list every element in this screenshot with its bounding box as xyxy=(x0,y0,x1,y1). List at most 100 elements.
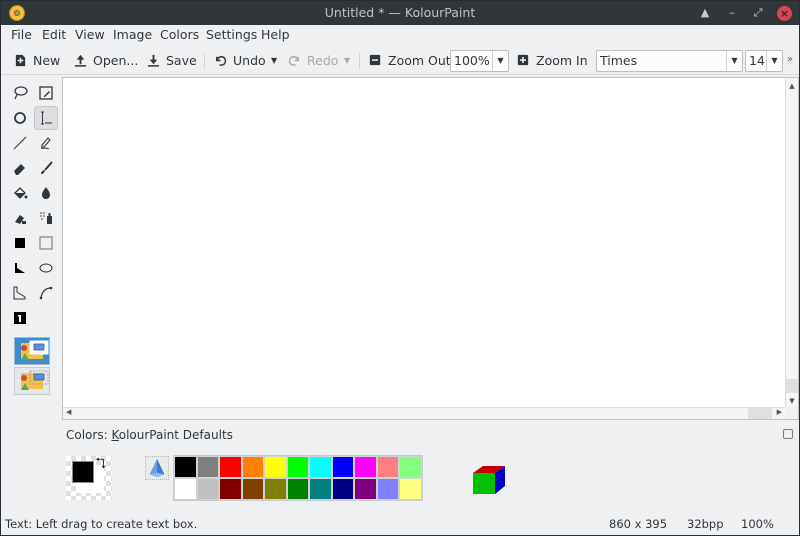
drawing-canvas[interactable] xyxy=(63,78,786,409)
transparent-selection-icon xyxy=(21,370,49,390)
toolbar-separator xyxy=(359,53,360,69)
tool-ellipse[interactable] xyxy=(8,106,32,130)
color-swatch[interactable] xyxy=(309,456,332,478)
color-swatch[interactable] xyxy=(376,456,399,478)
tool-line[interactable] xyxy=(8,131,32,155)
zoom-in-button[interactable]: Zoom In xyxy=(516,50,588,70)
color-swatch[interactable] xyxy=(286,456,309,478)
chevron-down-icon[interactable]: ▼ xyxy=(492,51,508,71)
zoom-out-button[interactable]: Zoom Out xyxy=(368,50,451,70)
tool-eraser[interactable] xyxy=(8,156,32,180)
circle-icon xyxy=(14,112,26,124)
menu-edit[interactable]: Edit xyxy=(42,27,66,42)
tool-rectangular-selection[interactable] xyxy=(34,81,58,105)
zoom-combobox[interactable]: 100% ▼ xyxy=(450,50,509,72)
color-swatch[interactable] xyxy=(241,478,264,500)
selection-mode-transparent[interactable] xyxy=(14,367,50,395)
new-document-icon xyxy=(13,53,27,67)
color-swatch[interactable] xyxy=(309,478,332,500)
menu-colors[interactable]: Colors xyxy=(160,27,199,42)
save-button[interactable]: Save xyxy=(146,50,197,70)
tool-flood-fill[interactable] xyxy=(8,181,32,205)
tool-polyline[interactable] xyxy=(8,281,32,305)
eraser-icon xyxy=(14,164,25,175)
tool-polygon[interactable] xyxy=(8,256,32,280)
vertical-scrollbar[interactable]: ▲ ▼ xyxy=(785,78,798,409)
dock-float-icon[interactable] xyxy=(783,429,793,439)
tool-rounded-rectangle[interactable] xyxy=(8,306,32,330)
tool-rectangle-outline[interactable] xyxy=(34,231,58,255)
color-swatch[interactable] xyxy=(399,456,422,478)
tool-ellipse-outline[interactable] xyxy=(34,256,58,280)
redo-dropdown-arrow[interactable]: ▼ xyxy=(344,50,350,70)
color-swatch[interactable] xyxy=(264,478,287,500)
color-swatch[interactable] xyxy=(219,456,242,478)
color-swatch[interactable] xyxy=(264,456,287,478)
color-swatch[interactable] xyxy=(196,456,219,478)
menu-view[interactable]: View xyxy=(75,27,105,42)
horizontal-scrollbar[interactable]: ◀ ▶ xyxy=(63,407,786,419)
tool-curve[interactable] xyxy=(34,281,58,305)
font-family-combobox[interactable]: Times ▼ xyxy=(596,50,743,72)
open-button[interactable]: Open... xyxy=(73,50,138,70)
color-swatch[interactable] xyxy=(241,456,264,478)
tool-free-form-selection[interactable] xyxy=(8,81,32,105)
color-swatch[interactable] xyxy=(174,456,197,478)
color-swatch[interactable] xyxy=(376,478,399,500)
chevron-down-icon[interactable]: ▼ xyxy=(766,51,782,71)
foreground-color-swatch[interactable] xyxy=(72,461,94,483)
menu-settings[interactable]: Settings xyxy=(206,27,257,42)
color-swatch[interactable] xyxy=(331,478,354,500)
zoom-out-icon xyxy=(368,53,382,67)
tool-text[interactable] xyxy=(34,106,58,130)
rect-select-icon xyxy=(39,86,53,100)
color-swatch[interactable] xyxy=(174,478,197,500)
scroll-left-arrow-icon[interactable]: ◀ xyxy=(66,408,71,416)
open-label: Open... xyxy=(93,52,139,68)
scroll-down-arrow-icon[interactable]: ▼ xyxy=(786,397,798,405)
upload-icon xyxy=(73,53,87,67)
menu-file[interactable]: File xyxy=(11,27,32,42)
colors-label-mnemonic: K xyxy=(111,428,119,442)
undo-icon xyxy=(213,53,227,67)
toolbar-overflow-button[interactable]: » xyxy=(787,54,793,65)
tool-color-eraser[interactable] xyxy=(8,206,32,230)
color-swatch[interactable] xyxy=(286,478,309,500)
menu-help[interactable]: Help xyxy=(261,27,290,42)
color-swatch[interactable] xyxy=(219,478,242,500)
menu-image[interactable]: Image xyxy=(113,27,152,42)
tool-color-picker[interactable] xyxy=(34,181,58,205)
horizontal-scrollbar-thumb[interactable] xyxy=(748,408,772,419)
minimize-icon[interactable]: – xyxy=(723,4,741,22)
color-swatch[interactable] xyxy=(196,478,219,500)
color-swatch[interactable] xyxy=(399,478,422,500)
tool-spraycan[interactable] xyxy=(34,206,58,230)
tool-brush[interactable] xyxy=(34,156,58,180)
pyramid-icon xyxy=(149,458,165,478)
maximize-icon[interactable]: ⤢ xyxy=(749,4,767,22)
redo-button[interactable]: Redo xyxy=(287,50,338,70)
color-swatch[interactable] xyxy=(331,456,354,478)
font-size-combobox[interactable]: 14 ▼ xyxy=(745,50,783,72)
swap-colors-icon[interactable] xyxy=(96,456,109,473)
scroll-right-arrow-icon[interactable]: ▶ xyxy=(777,408,782,416)
chevron-down-icon[interactable]: ▼ xyxy=(726,51,742,71)
undo-button[interactable]: Undo xyxy=(213,50,266,70)
selection-mode-opaque[interactable] xyxy=(14,337,50,365)
color-swatch[interactable] xyxy=(354,478,377,500)
vertical-scrollbar-thumb[interactable] xyxy=(786,379,798,393)
transparent-color-well[interactable] xyxy=(145,456,169,480)
undo-dropdown-arrow[interactable]: ▼ xyxy=(271,50,277,70)
scroll-up-arrow-icon[interactable]: ▲ xyxy=(786,82,798,90)
tool-rectangle[interactable] xyxy=(8,231,32,255)
new-button[interactable]: New xyxy=(13,50,60,70)
polygon-icon xyxy=(15,263,25,273)
tool-pen[interactable] xyxy=(34,131,58,155)
close-icon[interactable]: × xyxy=(777,6,792,21)
colors-label-name: olourPaint Defaults xyxy=(118,428,233,442)
keep-above-icon[interactable]: ▲ xyxy=(696,4,714,22)
filled-square-icon xyxy=(15,238,25,248)
scroll-corner xyxy=(785,407,798,419)
image-dimensions: 860 x 395 xyxy=(609,517,668,531)
color-swatch[interactable] xyxy=(354,456,377,478)
